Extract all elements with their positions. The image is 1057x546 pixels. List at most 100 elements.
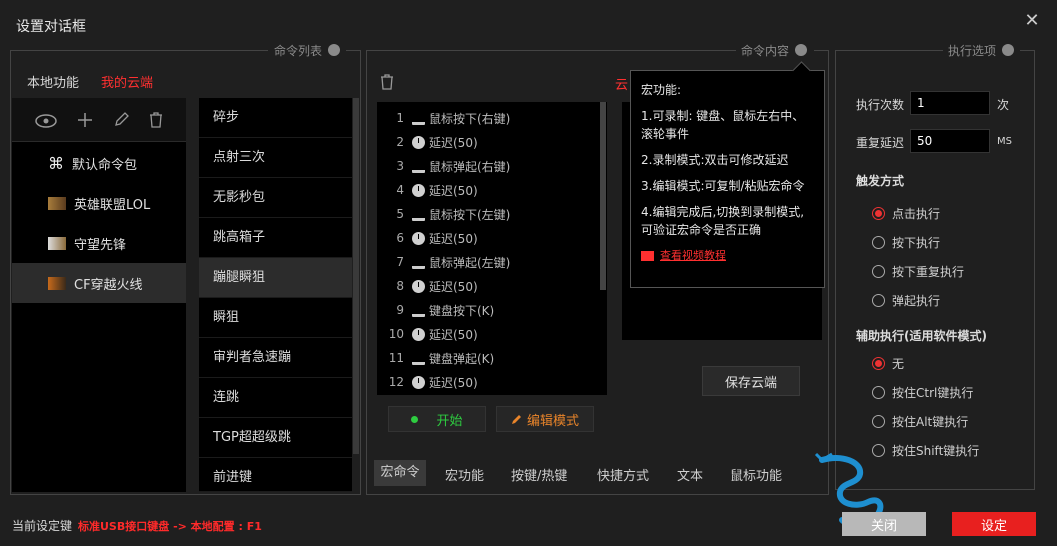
row-number: 10 bbox=[388, 327, 404, 341]
macro-row[interactable]: 1 鼠标按下(右键) bbox=[386, 106, 510, 130]
key-icon bbox=[412, 165, 425, 173]
tab-local[interactable]: 本地功能 bbox=[27, 72, 79, 91]
key-icon bbox=[412, 117, 425, 125]
tooltip-item: 3.编辑模式:可复制/粘贴宏命令 bbox=[641, 179, 805, 193]
command-item[interactable]: 前进键 bbox=[199, 458, 352, 492]
command-content-title-text: 命令内容 bbox=[741, 44, 790, 58]
package-label: 默认命令包 bbox=[72, 157, 138, 173]
command-list-title-text: 命令列表 bbox=[274, 44, 323, 58]
clock-icon bbox=[412, 327, 425, 341]
command-item-selected[interactable]: 蹦腿瞬狙 bbox=[199, 258, 352, 298]
tab-my-cloud[interactable]: 我的云端 bbox=[101, 72, 153, 91]
macro-row[interactable]: 11 键盘弹起(K) bbox=[386, 346, 495, 370]
package-item-overwatch[interactable]: 守望先锋 bbox=[12, 223, 186, 263]
tab-macro-command[interactable]: 宏命令 bbox=[374, 460, 426, 486]
package-label: 守望先锋 bbox=[74, 237, 127, 253]
save-cloud-button[interactable]: 保存云端 bbox=[702, 366, 800, 396]
radio-icon bbox=[872, 236, 885, 249]
package-item-default[interactable]: ⌘ 默认命令包 bbox=[12, 143, 186, 183]
package-label: CF穿越火线 bbox=[74, 277, 143, 293]
macro-row[interactable]: 2 延迟(50) bbox=[386, 130, 477, 154]
key-icon bbox=[412, 261, 425, 269]
tooltip-item: 1.可录制: 键盘、鼠标左右中、滚轮事件 bbox=[641, 109, 805, 141]
video-tutorial-link[interactable]: 查看视频教程 bbox=[641, 247, 814, 265]
row-text: 鼠标弹起(右键) bbox=[429, 159, 511, 174]
close-button-label: 关闭 bbox=[870, 518, 897, 534]
help-icon[interactable] bbox=[1002, 44, 1015, 56]
command-item[interactable]: 跳高箱子 bbox=[199, 218, 352, 258]
assist-option-alt[interactable]: 按住Alt键执行 bbox=[872, 413, 968, 430]
row-number: 3 bbox=[396, 159, 404, 173]
edit-mode-label: 编辑模式 bbox=[526, 413, 579, 429]
command-content-title: 命令内容 bbox=[737, 42, 812, 59]
exec-count-label: 执行次数 bbox=[856, 98, 905, 112]
trigger-option-press-repeat[interactable]: 按下重复执行 bbox=[872, 263, 964, 280]
package-toolbar bbox=[12, 98, 186, 142]
command-item[interactable]: TGP超超级跳 bbox=[199, 418, 352, 458]
pencil-icon bbox=[511, 415, 521, 424]
row-text: 鼠标按下(左键) bbox=[429, 207, 511, 222]
window-title: 设置对话框 bbox=[16, 19, 86, 35]
edit-mode-button[interactable]: 编辑模式 bbox=[496, 406, 594, 432]
tooltip-title: 宏功能: bbox=[641, 83, 682, 97]
macro-list-scrollbar[interactable] bbox=[600, 102, 606, 290]
edit-icon[interactable] bbox=[113, 111, 129, 128]
command-item[interactable]: 碎步 bbox=[199, 98, 352, 138]
macro-row[interactable]: 5 鼠标按下(左键) bbox=[386, 202, 510, 226]
clock-icon bbox=[412, 375, 425, 389]
package-item-crossfire[interactable]: CF穿越火线 bbox=[12, 263, 186, 303]
command-item[interactable]: 审判者急速蹦 bbox=[199, 338, 352, 378]
command-item[interactable]: 瞬狙 bbox=[199, 298, 352, 338]
command-item[interactable]: 无影秒包 bbox=[199, 178, 352, 218]
tab-hotkey[interactable]: 按键/热键 bbox=[511, 465, 567, 484]
exec-count-field[interactable]: 1 bbox=[910, 91, 990, 115]
command-item[interactable]: 连跳 bbox=[199, 378, 352, 418]
assist-option-none[interactable]: 无 bbox=[872, 355, 904, 372]
trash-icon[interactable] bbox=[380, 74, 394, 90]
macro-row[interactable]: 8 延迟(50) bbox=[386, 274, 478, 298]
trigger-option-press[interactable]: 按下执行 bbox=[872, 234, 940, 251]
macro-row[interactable]: 3 鼠标弹起(右键) bbox=[386, 154, 510, 178]
cloud-eye-icon[interactable] bbox=[35, 112, 57, 128]
close-button[interactable]: 关闭 bbox=[842, 512, 926, 536]
command-item[interactable]: 点射三次 bbox=[199, 138, 352, 178]
trigger-option-click[interactable]: 点击执行 bbox=[872, 205, 940, 222]
help-icon[interactable] bbox=[328, 44, 341, 56]
radio-label: 弹起执行 bbox=[892, 294, 941, 308]
tab-text[interactable]: 文本 bbox=[677, 465, 703, 484]
help-icon[interactable] bbox=[795, 44, 808, 56]
clock-icon bbox=[412, 135, 425, 149]
command-key-icon: ⌘ bbox=[48, 153, 64, 173]
save-cloud-label: 保存云端 bbox=[724, 375, 777, 391]
command-list-scrollbar[interactable] bbox=[353, 98, 359, 454]
macro-row[interactable]: 6 延迟(50) bbox=[386, 226, 477, 250]
repeat-delay-unit: MS bbox=[997, 136, 1012, 147]
exec-options-title: 执行选项 bbox=[944, 42, 1019, 59]
close-icon[interactable]: ✕ bbox=[1021, 10, 1043, 32]
row-text: 延迟(50) bbox=[429, 279, 478, 294]
radio-icon bbox=[872, 386, 885, 399]
tab-shortcut[interactable]: 快捷方式 bbox=[597, 465, 649, 484]
trash-icon[interactable] bbox=[149, 111, 163, 128]
macro-row[interactable]: 9 键盘按下(K) bbox=[386, 298, 494, 322]
tab-mouse-function[interactable]: 鼠标功能 bbox=[730, 465, 782, 484]
macro-row[interactable]: 4 延迟(50) bbox=[386, 178, 477, 202]
key-icon bbox=[412, 213, 425, 221]
trigger-option-release[interactable]: 弹起执行 bbox=[872, 292, 940, 309]
tab-macro-function[interactable]: 宏功能 bbox=[445, 465, 484, 484]
radio-label: 按下重复执行 bbox=[892, 265, 965, 279]
macro-row[interactable]: 7 鼠标弹起(左键) bbox=[386, 250, 510, 274]
row-text: 键盘弹起(K) bbox=[429, 351, 495, 366]
macro-row[interactable]: 12 延迟(50) bbox=[386, 370, 478, 394]
clock-icon bbox=[412, 279, 425, 293]
start-button[interactable]: 开始 bbox=[388, 406, 486, 432]
repeat-delay-field[interactable]: 50 bbox=[910, 129, 990, 153]
radio-label: 按住Ctrl键执行 bbox=[892, 386, 974, 400]
macro-row[interactable]: 10 延迟(50) bbox=[386, 322, 478, 346]
package-item-lol[interactable]: 英雄联盟LOL bbox=[12, 183, 186, 223]
assist-option-ctrl[interactable]: 按住Ctrl键执行 bbox=[872, 384, 973, 401]
exec-options-title-text: 执行选项 bbox=[948, 44, 997, 58]
confirm-button[interactable]: 设定 bbox=[952, 512, 1036, 536]
add-icon[interactable] bbox=[77, 112, 93, 128]
key-icon bbox=[412, 309, 425, 317]
